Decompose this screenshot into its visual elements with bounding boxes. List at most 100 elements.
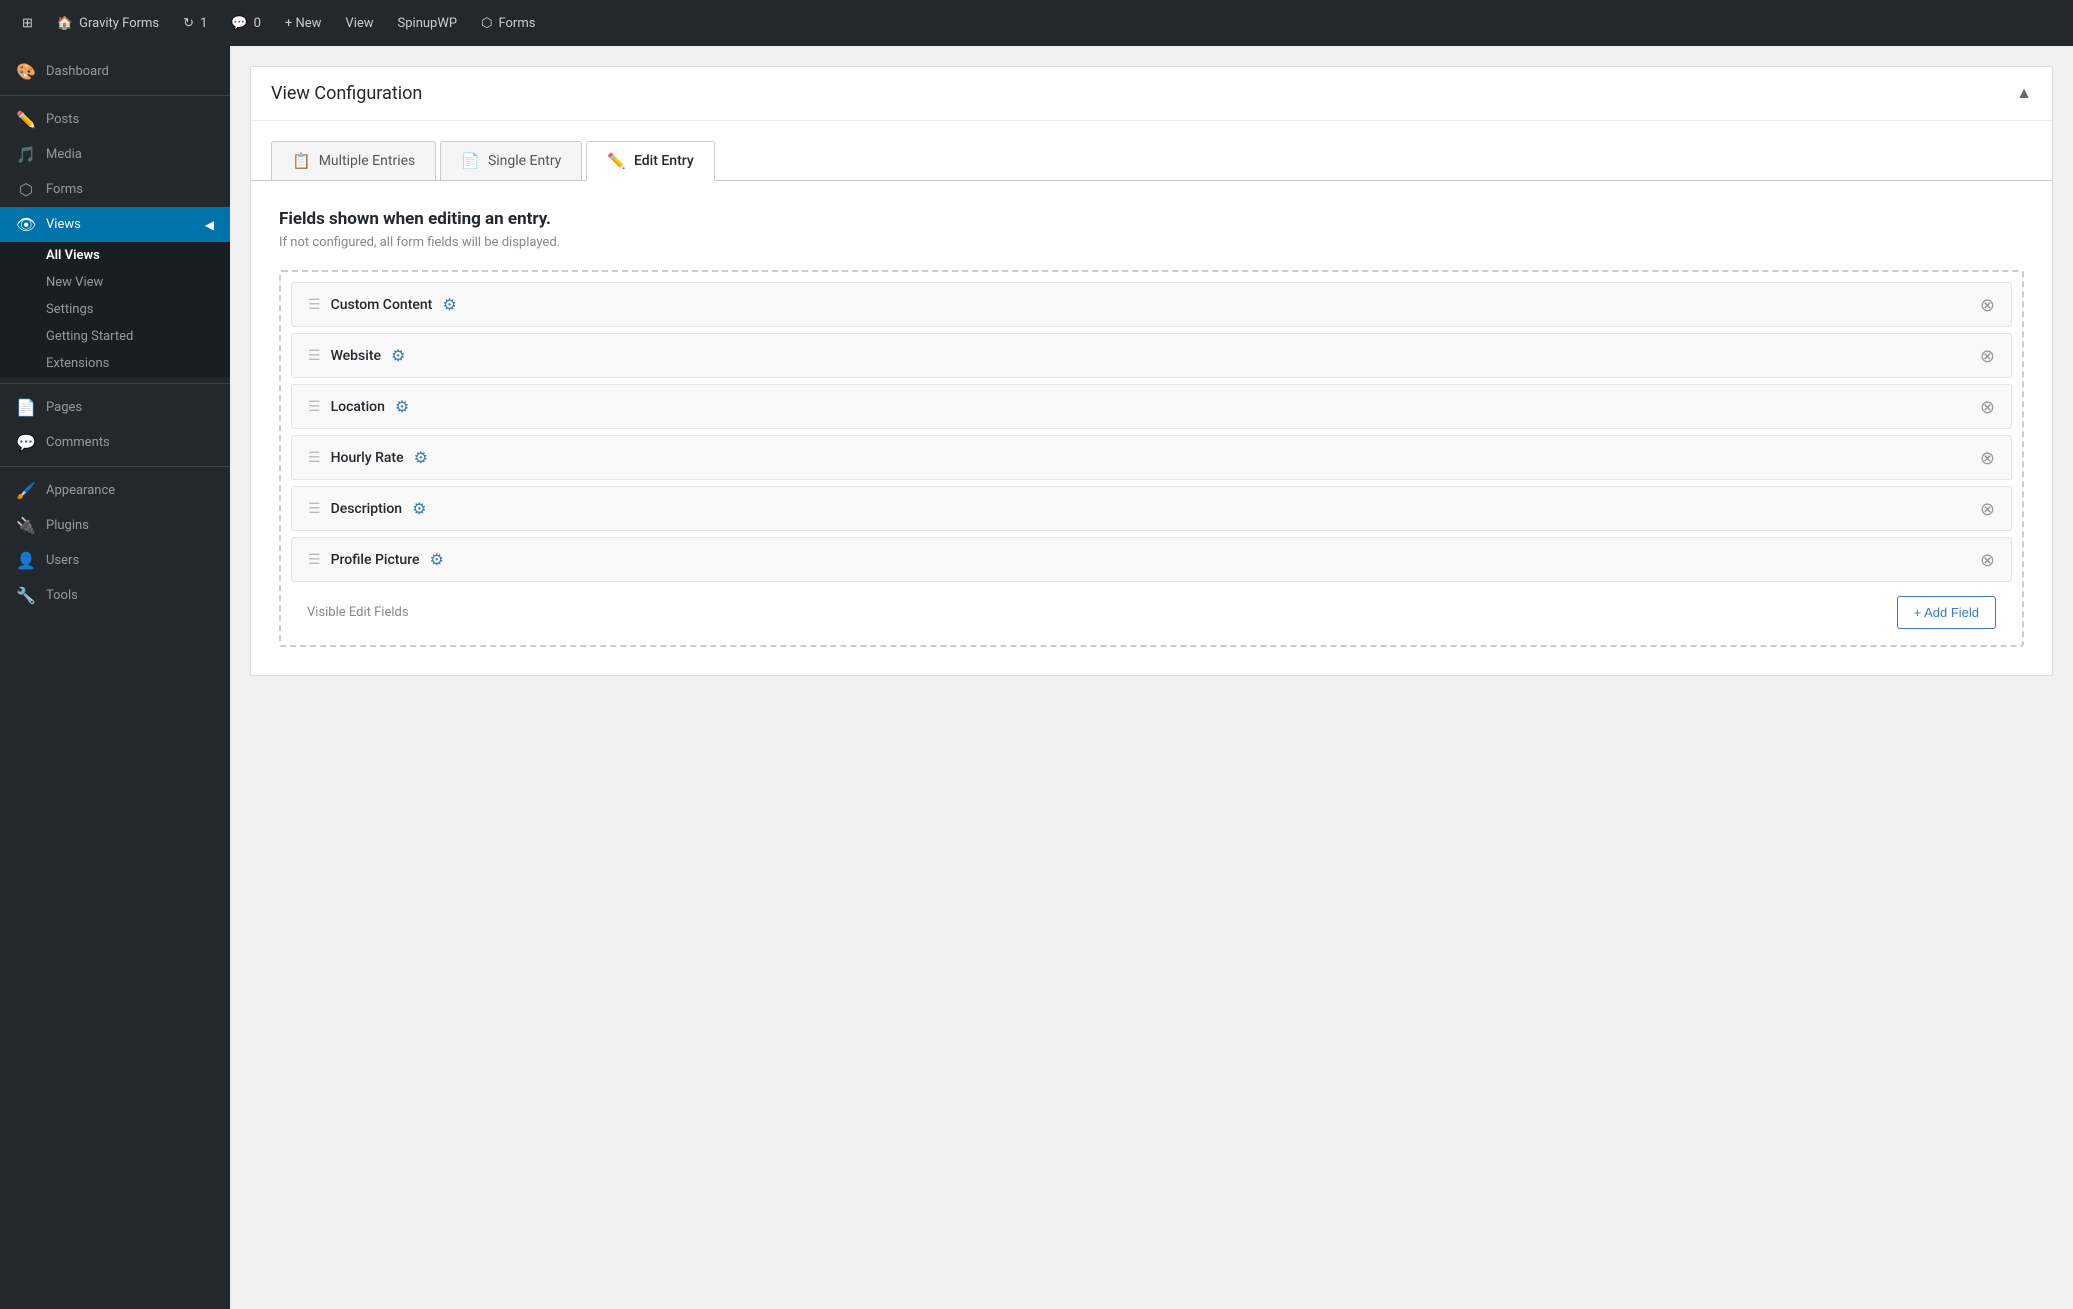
spinupwp-item[interactable]: SpinupWP xyxy=(386,0,470,46)
field-remove-button[interactable]: ⊗ xyxy=(1980,296,1995,314)
tab-multiple-entries[interactable]: 📋 Multiple Entries xyxy=(271,141,436,180)
field-row[interactable]: ☰ Custom Content ⚙ ⊗ xyxy=(291,282,2012,327)
admin-bar: ⊞ 🏠 Gravity Forms ↻ 1 💬 0 + New View Spi… xyxy=(0,0,2073,46)
home-icon: 🏠 xyxy=(57,16,73,31)
drag-handle: ☰ xyxy=(308,399,321,415)
sidebar-item-posts[interactable]: ✏️ Posts xyxy=(0,102,230,137)
forms-label: Forms xyxy=(498,16,535,31)
users-icon: 👤 xyxy=(16,551,36,570)
sidebar-item-dashboard[interactable]: 🎨 Dashboard xyxy=(0,54,230,89)
view-configuration-panel: View Configuration ▲ 📋 Multiple Entries … xyxy=(250,66,2053,676)
comments-count: 0 xyxy=(254,16,261,31)
add-field-button[interactable]: + Add Field xyxy=(1897,596,1996,629)
appearance-icon: 🖌️ xyxy=(16,481,36,500)
submenu-extensions[interactable]: Extensions xyxy=(0,350,230,377)
submenu-new-view[interactable]: New View xyxy=(0,269,230,296)
views-submenu: All Views New View Settings Getting Star… xyxy=(0,242,230,377)
field-remove-button[interactable]: ⊗ xyxy=(1980,551,1995,569)
tab-edit-entry[interactable]: ✏️ Edit Entry xyxy=(586,141,714,181)
field-label: ☰ Website ⚙ xyxy=(308,346,405,365)
forms-sidebar-icon: ⬡ xyxy=(16,180,36,199)
posts-icon: ✏️ xyxy=(16,110,36,129)
fields-subheading: If not configured, all form fields will … xyxy=(279,235,2024,250)
panel-title: View Configuration xyxy=(271,83,422,104)
main-content: View Configuration ▲ 📋 Multiple Entries … xyxy=(230,46,2073,1309)
sidebar-item-comments[interactable]: 💬 Comments xyxy=(0,425,230,460)
field-label: ☰ Profile Picture ⚙ xyxy=(308,550,444,569)
edit-entry-icon: ✏️ xyxy=(607,152,626,170)
views-label: Views xyxy=(46,217,81,232)
updates-icon: ↻ xyxy=(183,16,194,31)
field-label: ☰ Description ⚙ xyxy=(308,499,426,518)
view-item[interactable]: View xyxy=(333,0,385,46)
visible-edit-fields-label: Visible Edit Fields xyxy=(307,605,409,620)
sidebar-item-users[interactable]: 👤 Users xyxy=(0,543,230,578)
field-settings-icon[interactable]: ⚙ xyxy=(414,448,428,467)
forms-item[interactable]: ⬡ Forms xyxy=(469,0,547,46)
field-row[interactable]: ☰ Location ⚙ ⊗ xyxy=(291,384,2012,429)
field-settings-icon[interactable]: ⚙ xyxy=(442,295,456,314)
field-settings-icon[interactable]: ⚙ xyxy=(391,346,405,365)
spinupwp-label: SpinupWP xyxy=(398,16,458,31)
plugins-label: Plugins xyxy=(46,518,89,533)
tab-single-entry[interactable]: 📄 Single Entry xyxy=(440,141,582,180)
plugins-icon: 🔌 xyxy=(16,516,36,535)
new-item[interactable]: + New xyxy=(273,0,334,46)
field-settings-icon[interactable]: ⚙ xyxy=(412,499,426,518)
comments-item[interactable]: 💬 0 xyxy=(219,0,273,46)
sidebar-item-plugins[interactable]: 🔌 Plugins xyxy=(0,508,230,543)
tab-single-entry-label: Single Entry xyxy=(488,153,561,169)
field-settings-icon[interactable]: ⚙ xyxy=(430,550,444,569)
fields-heading: Fields shown when editing an entry. xyxy=(279,209,2024,229)
site-name-label: Gravity Forms xyxy=(79,16,159,31)
sidebar-item-tools[interactable]: 🔧 Tools xyxy=(0,578,230,613)
sidebar-item-pages[interactable]: 📄 Pages xyxy=(0,390,230,425)
media-icon: 🎵 xyxy=(16,145,36,164)
multiple-entries-icon: 📋 xyxy=(292,152,311,170)
single-entry-icon: 📄 xyxy=(461,152,480,170)
wp-logo[interactable]: ⊞ xyxy=(10,0,45,46)
field-rows: ☰ Custom Content ⚙ ⊗ ☰ Website ⚙ ⊗ ☰ Loc… xyxy=(291,282,2012,582)
drag-handle: ☰ xyxy=(308,552,321,568)
new-label: + New xyxy=(285,16,322,31)
dashboard-icon: 🎨 xyxy=(16,62,36,81)
submenu-settings[interactable]: Settings xyxy=(0,296,230,323)
comments-sidebar-label: Comments xyxy=(46,435,110,450)
fields-footer: Visible Edit Fields + Add Field xyxy=(291,582,2012,635)
pages-label: Pages xyxy=(46,400,82,415)
pages-icon: 📄 xyxy=(16,398,36,417)
field-label: ☰ Custom Content ⚙ xyxy=(308,295,457,314)
field-remove-button[interactable]: ⊗ xyxy=(1980,398,1995,416)
field-settings-icon[interactable]: ⚙ xyxy=(395,397,409,416)
site-name-item[interactable]: 🏠 Gravity Forms xyxy=(45,0,171,46)
field-row[interactable]: ☰ Hourly Rate ⚙ ⊗ xyxy=(291,435,2012,480)
sidebar-item-views[interactable]: 👁 Views ◀ xyxy=(0,207,230,242)
field-row[interactable]: ☰ Description ⚙ ⊗ xyxy=(291,486,2012,531)
drag-handle: ☰ xyxy=(308,501,321,517)
field-row[interactable]: ☰ Website ⚙ ⊗ xyxy=(291,333,2012,378)
sidebar-item-forms[interactable]: ⬡ Forms xyxy=(0,172,230,207)
field-remove-button[interactable]: ⊗ xyxy=(1980,347,1995,365)
forms-sidebar-label: Forms xyxy=(46,182,83,197)
field-remove-button[interactable]: ⊗ xyxy=(1980,449,1995,467)
tools-label: Tools xyxy=(46,588,78,603)
sidebar: 🎨 Dashboard ✏️ Posts 🎵 Media ⬡ Forms 👁 V… xyxy=(0,46,230,1309)
field-row[interactable]: ☰ Profile Picture ⚙ ⊗ xyxy=(291,537,2012,582)
updates-item[interactable]: ↻ 1 xyxy=(171,0,219,46)
field-remove-button[interactable]: ⊗ xyxy=(1980,500,1995,518)
fields-container: ☰ Custom Content ⚙ ⊗ ☰ Website ⚙ ⊗ ☰ Loc… xyxy=(279,270,2024,647)
panel-collapse-button[interactable]: ▲ xyxy=(2016,85,2032,103)
comments-sidebar-icon: 💬 xyxy=(16,433,36,452)
submenu-getting-started[interactable]: Getting Started xyxy=(0,323,230,350)
field-label: ☰ Hourly Rate ⚙ xyxy=(308,448,428,467)
media-label: Media xyxy=(46,147,82,162)
wp-icon: ⊞ xyxy=(22,16,33,31)
submenu-all-views[interactable]: All Views xyxy=(0,242,230,269)
views-icon: 👁 xyxy=(16,215,36,234)
field-label: ☰ Location ⚙ xyxy=(308,397,409,416)
forms-icon: ⬡ xyxy=(481,16,492,31)
users-label: Users xyxy=(46,553,79,568)
view-label: View xyxy=(345,16,373,31)
sidebar-item-appearance[interactable]: 🖌️ Appearance xyxy=(0,473,230,508)
sidebar-item-media[interactable]: 🎵 Media xyxy=(0,137,230,172)
